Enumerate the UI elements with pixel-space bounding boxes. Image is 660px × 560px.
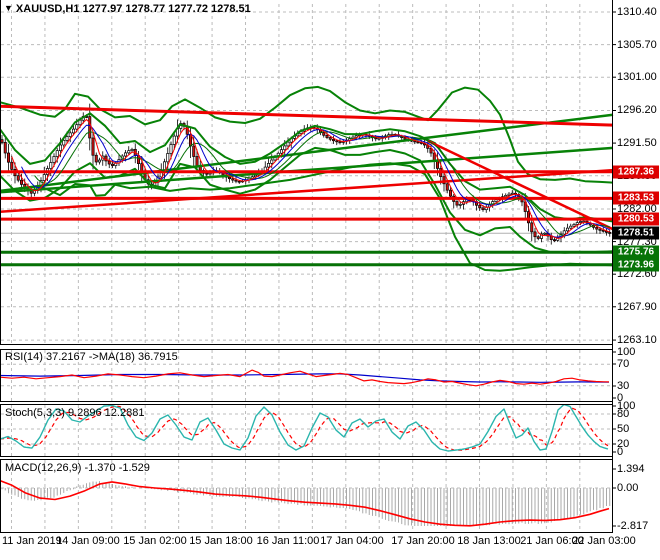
price-level-badge: 1280.53 [613,212,659,226]
rsi-axis-label: 30 [617,380,630,392]
chart-dropdown-icon[interactable]: ▼ [4,3,13,13]
price-axis-label: 1263.10 [617,334,657,347]
price-axis-label: 1296.20 [617,104,657,117]
stoch-axis-label: 50 [617,423,630,435]
trading-chart-window: ▼ XAUUSD,H1 1277.97 1278.77 1277.72 1278.… [0,0,660,560]
price-level-badge: 1287.36 [613,165,659,179]
time-axis-label: 17 Jan 20:00 [391,535,455,547]
chart-title: ▼ XAUUSD,H1 1277.97 1278.77 1277.72 1278.… [4,3,251,15]
price-axis-label: 1301.00 [617,71,657,84]
time-axis-label: 16 Jan 11:00 [256,535,320,547]
macd-axis-label: 1.394 [617,463,645,475]
rsi-axis-label: 70 [617,358,630,370]
time-axis-label: 11 Jan 2019 [2,535,62,547]
chart-title-text: XAUUSD,H1 1277.97 1278.77 1277.72 1278.5… [15,3,251,15]
price-level-badge: 1275.76 [613,245,659,259]
time-axis-label: 22 Jan 03:00 [572,535,636,547]
time-axis-label: 18 Jan 13:00 [457,535,521,547]
rsi-indicator-label: RSI(14) 37.2167 ->MA(18) 36.7915 [5,351,178,363]
stoch-axis-label: 80 [617,408,630,420]
price-axis-label: 1310.40 [617,6,657,18]
pane-splitter-rsi[interactable] [0,344,612,350]
macd-axis-label: 0.00 [617,482,639,494]
price-level-badge: 1278.51 [613,226,659,240]
pane-splitter-macd[interactable] [0,456,612,460]
chart-canvas[interactable] [0,0,660,560]
macd-axis-label: -2.817 [617,520,649,532]
time-axis-label: 14 Jan 09:00 [56,535,120,547]
price-level-badge: 1273.96 [613,258,659,272]
chart-left-border [0,0,1,532]
pane-splitter-stoch[interactable] [0,401,612,405]
price-axis-label: 1291.50 [617,137,657,150]
time-axis-line [0,532,613,533]
price-axis-label: 1267.90 [617,300,657,313]
macd-indicator-label: MACD(12,26,9) -1.370 -1.529 [5,462,150,474]
price-axis-label: 1305.70 [617,38,657,51]
price-level-badge: 1283.53 [613,191,659,205]
time-axis-label: 17 Jan 04:00 [320,535,384,547]
stoch-indicator-label: Stoch(5,3,3) 9.2896 12.2881 [5,407,145,419]
stoch-axis-label: 0 [617,446,624,458]
time-axis-label: 15 Jan 02:00 [123,535,187,547]
time-axis-label: 15 Jan 18:00 [189,535,253,547]
rsi-axis-label: 100 [617,346,636,358]
